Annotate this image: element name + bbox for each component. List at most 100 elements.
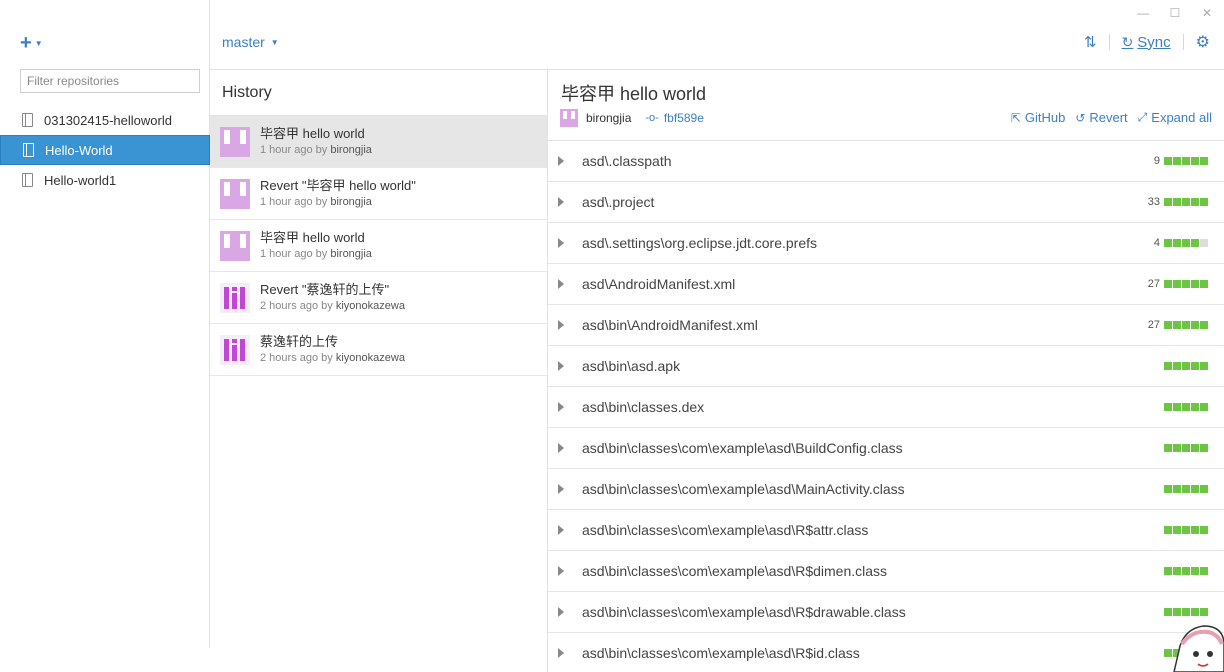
toolbar-actions: ⇅ ↻ Sync ⚙ [1084, 32, 1210, 52]
expand-arrow-icon[interactable] [558, 648, 564, 658]
expand-all-button[interactable]: ⤢ Expand all [1138, 110, 1212, 125]
add-repository-button[interactable]: + ▼ [20, 32, 43, 54]
repo-icon [22, 173, 33, 187]
minimize-icon[interactable]: — [1136, 6, 1150, 20]
avatar [220, 230, 250, 261]
file-row[interactable]: asd\bin\classes\com\example\asd\R$id.cla… [548, 633, 1224, 672]
commit-author-info: birongjia -o- fbf589e [560, 109, 704, 127]
change-count: 33 [1147, 196, 1160, 208]
maximize-icon[interactable]: ☐ [1168, 6, 1182, 20]
chevron-down-icon: ▼ [34, 39, 43, 48]
file-row[interactable]: asd\.project 33 [548, 182, 1224, 223]
file-row[interactable]: asd\bin\classes.dex [548, 387, 1224, 428]
expand-arrow-icon[interactable] [558, 607, 564, 617]
file-row[interactable]: asd\.settings\org.eclipse.jdt.core.prefs… [548, 223, 1224, 264]
file-row[interactable]: asd\AndroidManifest.xml 27 [548, 264, 1224, 305]
diff-stat [1164, 444, 1208, 452]
repository-item[interactable]: 031302415-helloworld [0, 105, 210, 135]
change-count: 27 [1147, 278, 1160, 290]
repository-sidebar: + ▼ 031302415-helloworld Hello-World Hel… [0, 0, 210, 648]
sync-button[interactable]: ↻ Sync [1122, 34, 1171, 51]
file-path: asd\bin\classes\com\example\asd\MainActi… [582, 481, 905, 497]
commit-item[interactable]: Revert "毕容甲 hello world" 1 hour ago by b… [210, 168, 547, 220]
close-icon[interactable]: ✕ [1200, 6, 1214, 20]
avatar [220, 126, 250, 157]
expand-arrow-icon[interactable] [558, 238, 564, 248]
commit-time: 2 hours ago by [260, 300, 333, 312]
file-row[interactable]: asd\.classpath 9 [548, 141, 1224, 182]
commit-message: Revert "毕容甲 hello world" [260, 178, 416, 193]
commit-item[interactable]: 毕容甲 hello world 1 hour ago by birongjia [210, 220, 547, 272]
diff-stat: 4 [1154, 237, 1208, 249]
commit-sha-link[interactable]: -o- fbf589e [645, 111, 704, 125]
change-count: 9 [1153, 155, 1160, 167]
expand-arrow-icon[interactable] [558, 443, 564, 453]
commit-icon: -o- [645, 112, 659, 124]
commit-item-selected[interactable]: 毕容甲 hello world 1 hour ago by birongjia [210, 116, 547, 168]
diff-stat [1164, 485, 1208, 493]
commit-author: birongjia [330, 144, 372, 156]
revert-button[interactable]: ↺ Revert [1075, 110, 1127, 125]
commit-item[interactable]: Revert "蔡逸轩的上传" 2 hours ago by kiyonokaz… [210, 272, 547, 324]
file-path: asd\bin\asd.apk [582, 358, 681, 374]
file-path: asd\bin\classes\com\example\asd\R$dimen.… [582, 563, 888, 579]
external-link-icon: ⇱ [1010, 110, 1021, 125]
expand-arrow-icon[interactable] [558, 361, 564, 371]
pull-request-icon[interactable]: ⇅ [1084, 33, 1097, 51]
expand-arrow-icon[interactable] [558, 484, 564, 494]
avatar [560, 109, 578, 127]
file-row[interactable]: asd\bin\classes\com\example\asd\R$attr.c… [548, 510, 1224, 551]
file-row[interactable]: asd\bin\classes\com\example\asd\R$dimen.… [548, 551, 1224, 592]
diff-stat [1164, 567, 1208, 575]
change-count: 27 [1147, 319, 1160, 331]
commit-author: birongjia [330, 196, 372, 208]
branch-name: master [222, 34, 265, 50]
commit-item[interactable]: 蔡逸轩的上传 2 hours ago by kiyonokazewa [210, 324, 547, 376]
history-panel: History 毕容甲 hello world 1 hour ago by bi… [210, 70, 548, 672]
expand-arrow-icon[interactable] [558, 279, 564, 289]
file-row[interactable]: asd\bin\AndroidManifest.xml 27 [548, 305, 1224, 346]
diff-stat [1164, 526, 1208, 534]
commit-detail-panel: 毕容甲 hello world birongjia -o- fbf589e ⇱ G… [548, 70, 1224, 672]
commit-time: 2 hours ago by [260, 352, 333, 364]
view-on-github-button[interactable]: ⇱ GitHub [1011, 110, 1066, 125]
file-path: asd\bin\AndroidManifest.xml [582, 317, 758, 333]
file-path: asd\bin\classes\com\example\asd\R$id.cla… [582, 645, 860, 661]
commit-message: 毕容甲 hello world [260, 126, 365, 141]
file-row[interactable]: asd\bin\classes\com\example\asd\BuildCon… [548, 428, 1224, 469]
avatar [220, 334, 250, 365]
expand-arrow-icon[interactable] [558, 320, 564, 330]
commit-actions: ⇱ GitHub ↺ Revert ⤢ Expand all [1011, 110, 1212, 125]
history-title: History [210, 70, 547, 116]
chevron-down-icon: ▼ [270, 37, 279, 47]
commit-author: kiyonokazewa [335, 300, 405, 312]
file-path: asd\bin\classes\com\example\asd\R$drawab… [582, 604, 906, 620]
branch-selector[interactable]: master ▼ [222, 34, 279, 50]
repo-icon [22, 113, 33, 127]
commit-title: 毕容甲 hello world [561, 84, 707, 104]
expand-arrow-icon[interactable] [558, 197, 564, 207]
expand-all-label: Expand all [1151, 110, 1212, 125]
file-row[interactable]: asd\bin\classes\com\example\asd\MainActi… [548, 469, 1224, 510]
expand-arrow-icon[interactable] [558, 156, 564, 166]
repository-name: 031302415-helloworld [44, 112, 172, 128]
gear-icon[interactable]: ⚙ [1196, 32, 1210, 52]
commit-message: 毕容甲 hello world [260, 230, 365, 245]
divider [1182, 34, 1184, 50]
repository-item[interactable]: Hello-world1 [0, 165, 210, 195]
repository-name: Hello-World [45, 142, 113, 158]
undo-icon: ↺ [1075, 110, 1086, 125]
github-label: GitHub [1024, 110, 1066, 125]
expand-arrow-icon[interactable] [558, 525, 564, 535]
change-count: 4 [1153, 237, 1160, 249]
filter-repositories-input[interactable] [20, 69, 200, 93]
file-row[interactable]: asd\bin\classes\com\example\asd\R$drawab… [548, 592, 1224, 633]
expand-arrow-icon[interactable] [558, 566, 564, 576]
file-row[interactable]: asd\bin\asd.apk [548, 346, 1224, 387]
diff-stat [1164, 362, 1208, 370]
sync-label: Sync [1137, 33, 1171, 51]
expand-arrow-icon[interactable] [558, 402, 564, 412]
repository-item-selected[interactable]: Hello-World [0, 135, 210, 165]
commit-time: 1 hour ago by [260, 144, 328, 156]
window-controls: — ☐ ✕ [1136, 6, 1214, 20]
